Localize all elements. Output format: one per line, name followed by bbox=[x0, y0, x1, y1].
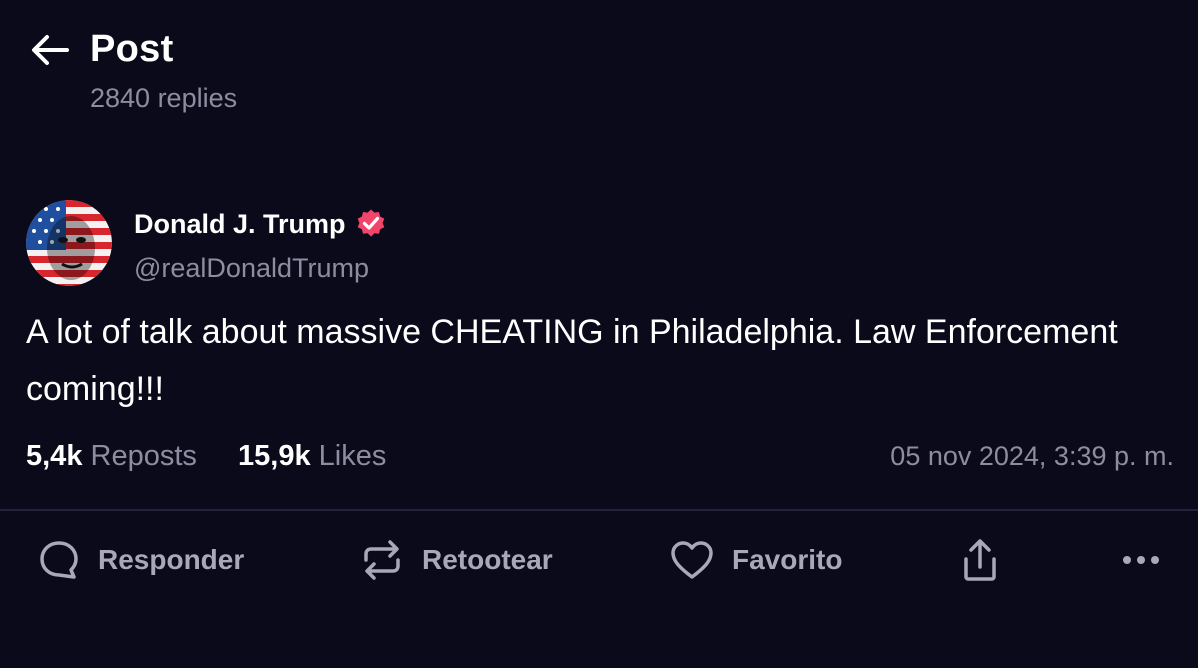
back-button[interactable] bbox=[28, 30, 72, 70]
more-button[interactable] bbox=[1118, 536, 1164, 584]
post-actions: Responder Retootear Favorito bbox=[0, 530, 1198, 590]
reposts-stat[interactable]: 5,4k Reposts bbox=[26, 436, 197, 476]
share-icon bbox=[958, 537, 1002, 583]
post-stats: 5,4k Reposts 15,9k Likes 05 nov 2024, 3:… bbox=[26, 436, 1176, 476]
reply-button[interactable]: Responder bbox=[38, 536, 244, 584]
likes-label: Likes bbox=[318, 440, 387, 472]
post-timestamp: 05 nov 2024, 3:39 p. m. bbox=[890, 441, 1174, 471]
share-button[interactable] bbox=[958, 536, 1002, 584]
post-header: Post 2840 replies bbox=[0, 0, 1198, 140]
likes-count: 15,9k bbox=[238, 440, 311, 472]
verified-badge-icon bbox=[354, 207, 388, 241]
post-text: A lot of talk about massive CHEATING in … bbox=[26, 313, 1118, 408]
reposts-label: Reposts bbox=[90, 440, 197, 472]
reply-icon bbox=[38, 539, 80, 581]
heart-icon bbox=[670, 539, 714, 581]
likes-stat[interactable]: 15,9k Likes bbox=[238, 436, 386, 476]
avatar[interactable] bbox=[26, 200, 112, 286]
author-display-name[interactable]: Donald J. Trump bbox=[134, 206, 346, 242]
retoot-icon bbox=[360, 538, 404, 582]
divider bbox=[0, 509, 1198, 511]
retoot-button[interactable]: Retootear bbox=[360, 536, 553, 584]
reply-label: Responder bbox=[98, 544, 245, 575]
author-name-row: Donald J. Trump bbox=[134, 206, 388, 242]
reply-count: 2840 replies bbox=[90, 83, 238, 113]
favorite-button[interactable]: Favorito bbox=[670, 536, 842, 584]
reposts-count: 5,4k bbox=[26, 440, 83, 472]
post-author: Donald J. Trump @realDonaldTrump bbox=[26, 200, 826, 290]
favorite-label: Favorito bbox=[732, 544, 843, 575]
page-title: Post bbox=[90, 28, 174, 70]
author-handle[interactable]: @realDonaldTrump bbox=[134, 250, 369, 286]
more-icon bbox=[1118, 550, 1164, 570]
retoot-label: Retootear bbox=[422, 544, 553, 575]
arrow-left-icon bbox=[31, 34, 69, 66]
